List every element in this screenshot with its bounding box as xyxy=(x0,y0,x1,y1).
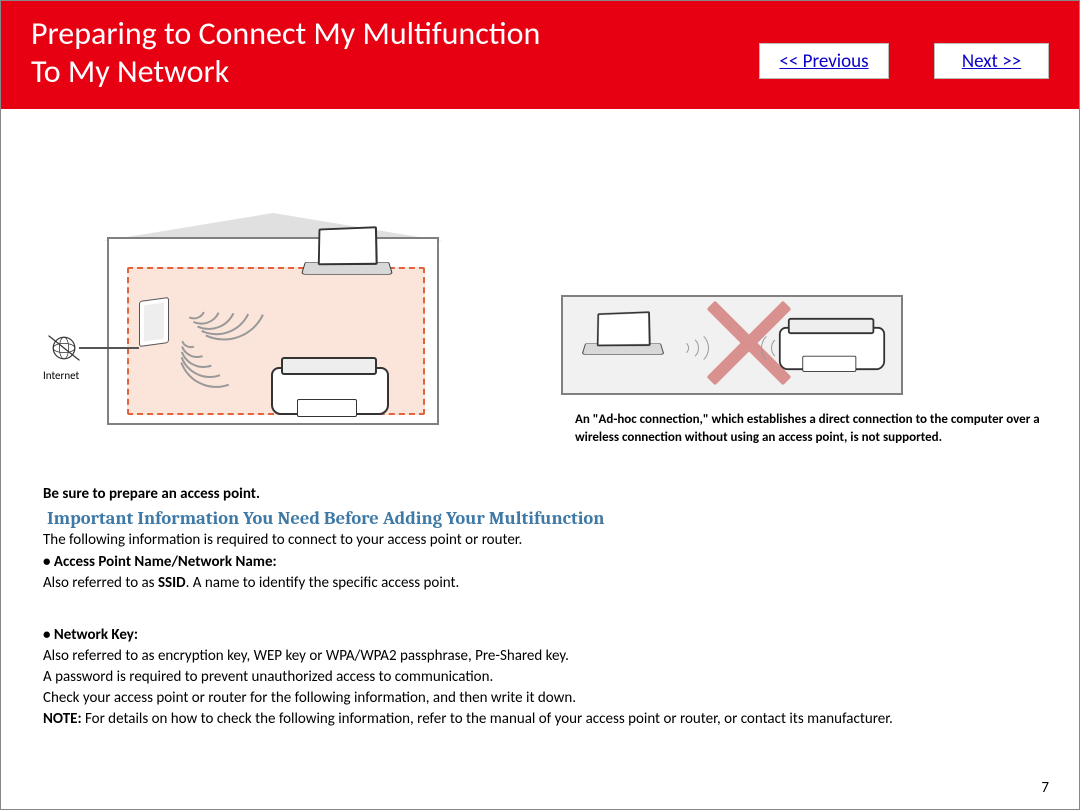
printer-icon xyxy=(271,355,389,417)
item2-text2: A password is required to prevent unauth… xyxy=(43,668,1049,688)
content-area: Internet xyxy=(1,109,1079,809)
previous-button[interactable]: << Previous xyxy=(759,43,889,79)
internet-wire-line xyxy=(79,347,139,349)
page-title: Preparing to Connect My Multifunction To… xyxy=(31,15,540,91)
ssid-term: SSID xyxy=(158,574,186,592)
body-text-block: The following information is required to… xyxy=(43,531,1049,730)
internet-label: Internet xyxy=(43,369,79,382)
intro-text: The following information is required to… xyxy=(43,531,1049,551)
page-title-line1: Preparing to Connect My Multifunction xyxy=(31,14,540,53)
item1-text: Also referred to as SSID. A name to iden… xyxy=(43,574,1049,594)
important-info-heading: Important Information You Need Before Ad… xyxy=(47,507,604,529)
adhoc-not-supported-diagram xyxy=(561,295,903,395)
internet-globe-icon xyxy=(47,331,81,365)
next-button[interactable]: Next >> xyxy=(934,43,1049,79)
printer-icon xyxy=(779,316,885,372)
laptop-icon xyxy=(303,227,391,285)
item2-text1: Also referred to as encryption key, WEP … xyxy=(43,647,1049,667)
page-title-line2: To My Network xyxy=(31,52,229,91)
previous-button-label: << Previous xyxy=(779,50,868,73)
adhoc-warning-text: An "Ad-hoc connection," which establishe… xyxy=(575,411,1045,446)
access-point-icon xyxy=(139,297,169,347)
laptop-icon xyxy=(583,312,662,364)
note-prefix: NOTE: xyxy=(43,710,82,728)
document-page: Preparing to Connect My Multifunction To… xyxy=(0,0,1080,810)
prepare-access-point-text: Be sure to prepare an access point. xyxy=(43,485,260,503)
header-bar: Preparing to Connect My Multifunction To… xyxy=(1,1,1079,109)
item1-label: • Access Point Name/Network Name: xyxy=(43,553,277,571)
next-button-label: Next >> xyxy=(962,50,1021,73)
check-line: Check your access point or router for th… xyxy=(43,689,1049,709)
item2-label: • Network Key: xyxy=(43,626,138,644)
note-line: NOTE: For details on how to check the fo… xyxy=(43,710,1049,730)
page-number: 7 xyxy=(1041,779,1049,797)
network-house-diagram: Internet xyxy=(43,219,448,429)
